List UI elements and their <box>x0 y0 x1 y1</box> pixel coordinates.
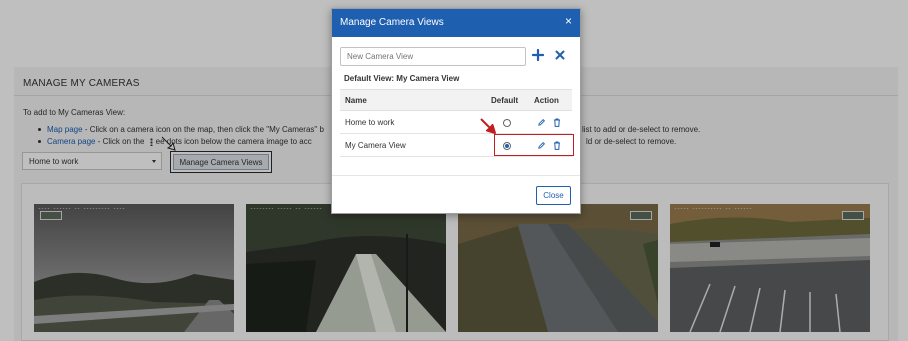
x-icon[interactable] <box>555 50 565 60</box>
manage-camera-views-modal: Manage Camera Views × Default View: My C… <box>331 8 581 214</box>
default-radio[interactable] <box>503 119 511 127</box>
highlight-box <box>494 134 574 156</box>
column-header-name: Name <box>345 96 367 105</box>
table-header: Name Default Action <box>340 89 572 111</box>
close-icon[interactable]: × <box>565 15 572 27</box>
default-view-label: Default View: My Camera View <box>344 74 460 83</box>
trash-icon[interactable] <box>553 118 561 127</box>
view-name: My Camera View <box>345 141 406 150</box>
column-header-default: Default <box>491 96 519 105</box>
new-camera-view-input[interactable] <box>340 47 526 66</box>
close-button[interactable]: Close <box>536 186 571 205</box>
plus-icon[interactable] <box>532 49 544 61</box>
edit-icon[interactable] <box>537 118 546 127</box>
modal-title: Manage Camera Views <box>340 17 444 28</box>
column-header-action: Action <box>534 96 559 105</box>
modal-footer-divider <box>332 175 580 176</box>
table-row: Home to work <box>340 111 572 134</box>
view-name: Home to work <box>345 118 395 127</box>
modal-header: Manage Camera Views × <box>332 9 580 37</box>
red-arrow-icon <box>480 118 496 134</box>
